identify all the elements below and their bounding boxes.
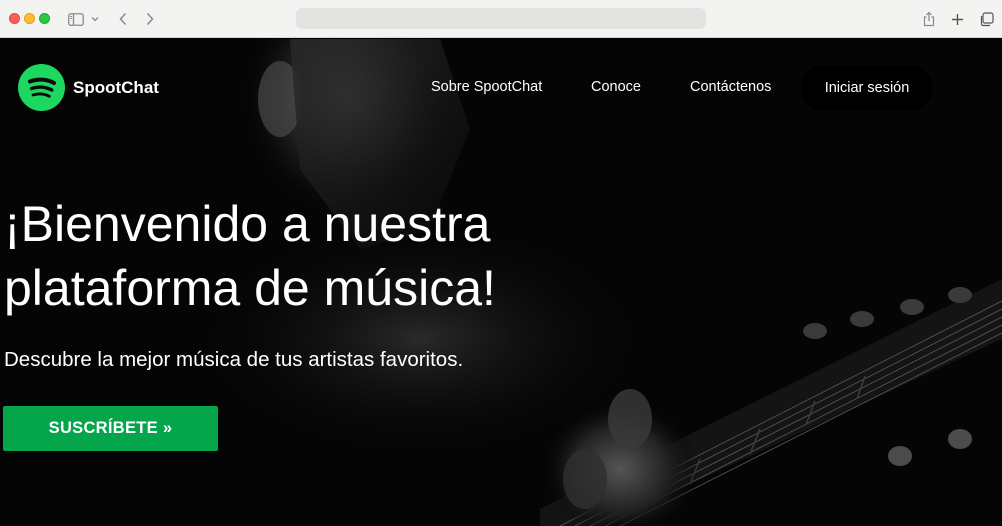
close-window-button[interactable] (9, 13, 20, 24)
hero-title-line-2: plataforma de música! (4, 260, 496, 316)
web-page: SpootChat Sobre SpootChat Conoce Contáct… (0, 39, 1002, 526)
spotify-logo-icon (18, 64, 65, 111)
minimize-window-button[interactable] (24, 13, 35, 24)
site-navbar: SpootChat Sobre SpootChat Conoce Contáct… (0, 39, 1002, 135)
hero-title: ¡Bienvenido a nuestra plataforma de músi… (4, 192, 624, 320)
back-icon[interactable] (114, 9, 132, 29)
brand-name: SpootChat (73, 77, 159, 97)
chevron-down-icon[interactable] (89, 9, 101, 29)
new-tab-icon[interactable] (948, 9, 966, 29)
nav-link-sobre-spootchat[interactable]: Sobre SpootChat (431, 79, 542, 95)
sidebar-icon[interactable] (66, 9, 86, 29)
address-bar[interactable] (296, 8, 706, 29)
nav-link-conoce[interactable]: Conoce (591, 79, 641, 95)
forward-icon[interactable] (141, 9, 159, 29)
subscribe-button[interactable]: SUSCRÍBETE » (3, 406, 218, 451)
nav-link-contactenos[interactable]: Contáctenos (690, 79, 771, 95)
hero-subtitle: Descubre la mejor música de tus artistas… (4, 348, 464, 371)
browser-toolbar (0, 0, 1002, 38)
zoom-window-button[interactable] (39, 13, 50, 24)
share-icon[interactable] (920, 9, 938, 29)
login-button[interactable]: Iniciar sesión (801, 65, 933, 111)
browser-window: SpootChat Sobre SpootChat Conoce Contáct… (0, 0, 1002, 526)
hero-title-line-1: ¡Bienvenido a nuestra (4, 196, 491, 252)
brand-home-link[interactable]: SpootChat (18, 64, 159, 111)
tab-overview-icon[interactable] (976, 9, 996, 29)
